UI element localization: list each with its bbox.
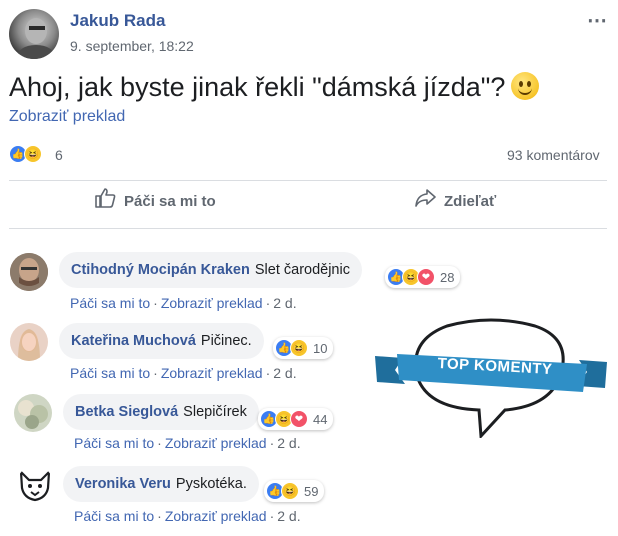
reaction-icons[interactable]: 👍 😆 (9, 145, 42, 165)
divider (9, 228, 607, 229)
divider (9, 180, 607, 181)
comment-reactions[interactable]: 👍 😆 ❤ 28 (385, 266, 461, 288)
comment-time[interactable]: 2 d. (277, 435, 300, 451)
comment-text: Pyskotéka. (175, 476, 247, 492)
share-button[interactable]: Zdieľať (414, 188, 496, 214)
commenter-name[interactable]: Ctihodný Mocipán Kraken (71, 262, 250, 278)
comment-meta: Páči sa mi to · Zobraziť preklad · 2 d. (70, 365, 297, 381)
comment-reaction-count: 59 (304, 483, 319, 499)
commenter-name[interactable]: Betka Sieglová (75, 404, 178, 420)
comment-time[interactable]: 2 d. (277, 508, 300, 524)
comment-time[interactable]: 2 d. (273, 365, 296, 381)
top-comments-badge: TOP KOMENTY (375, 318, 607, 440)
comment-text: Pičinec. (200, 333, 252, 349)
comment-translate-link[interactable]: Zobraziť preklad (165, 435, 267, 451)
comment-time[interactable]: 2 d. (273, 295, 296, 311)
comment-reactions[interactable]: 👍 😆 ❤ 44 (258, 408, 334, 430)
post-text-content: Ahoj, jak byste jinak řekli "dámská jízd… (9, 72, 506, 102)
reaction-count[interactable]: 6 (55, 147, 63, 163)
smiley-emoji-icon (511, 72, 540, 100)
more-options-icon[interactable]: ⋯ (587, 8, 608, 33)
comment-like-link[interactable]: Páči sa mi to (70, 365, 150, 381)
comment-meta: Páči sa mi to · Zobraziť preklad · 2 d. (74, 508, 301, 524)
comment-meta: Páči sa mi to · Zobraziť preklad · 2 d. (74, 435, 301, 451)
thumbs-up-icon (94, 188, 116, 214)
haha-reaction-icon: 😆 (281, 482, 299, 500)
comment-reactions[interactable]: 👍 😆 59 (264, 480, 325, 502)
comment-reaction-count: 28 (440, 269, 455, 285)
comment-text: Slet čarodějnic (254, 262, 350, 278)
comment-avatar[interactable] (10, 323, 48, 361)
comment-translate-link[interactable]: Zobraziť preklad (161, 295, 263, 311)
comment-reactions[interactable]: 👍 😆 10 (273, 337, 334, 359)
post-date[interactable]: 9. september, 18:22 (70, 38, 194, 54)
comment-reaction-count: 44 (313, 411, 328, 427)
comment-bubble: Betka Sieglová Slepičírek (63, 394, 259, 430)
share-arrow-icon (414, 188, 436, 214)
comment-avatar[interactable] (14, 394, 52, 432)
comment-translate-link[interactable]: Zobraziť preklad (165, 508, 267, 524)
comment-bubble: Ctihodný Mocipán Kraken Slet čarodějnic (59, 252, 362, 288)
comment-meta: Páči sa mi to · Zobraziť preklad · 2 d. (70, 295, 297, 311)
commenter-name[interactable]: Veronika Veru (75, 476, 171, 492)
comment-text: Slepičírek (183, 404, 247, 420)
translate-link[interactable]: Zobraziť preklad (9, 108, 125, 126)
comment-reaction-count: 10 (313, 340, 328, 356)
comment-like-link[interactable]: Páči sa mi to (74, 508, 154, 524)
commenter-name[interactable]: Kateřina Muchová (71, 333, 196, 349)
love-reaction-icon: ❤ (417, 268, 435, 286)
comment-avatar[interactable] (16, 466, 54, 504)
comment-like-link[interactable]: Páči sa mi to (70, 295, 150, 311)
comment-like-link[interactable]: Páči sa mi to (74, 435, 154, 451)
comment-avatar[interactable] (10, 253, 48, 291)
comment-bubble: Veronika Veru Pyskotéka. (63, 466, 259, 502)
haha-reaction-icon: 😆 (290, 339, 308, 357)
like-button-label: Páči sa mi to (124, 192, 216, 210)
haha-reaction-icon: 😆 (24, 145, 42, 163)
post-text: Ahoj, jak byste jinak řekli "dámská jízd… (9, 72, 540, 103)
share-button-label: Zdieľať (444, 192, 497, 210)
like-button[interactable]: Páči sa mi to (94, 188, 216, 214)
comment-translate-link[interactable]: Zobraziť preklad (161, 365, 263, 381)
comment-count[interactable]: 93 komentárov (507, 147, 600, 163)
comment-bubble: Kateřina Muchová Pičinec. (59, 323, 264, 359)
author-avatar[interactable] (9, 9, 59, 59)
author-name[interactable]: Jakub Rada (70, 11, 165, 31)
love-reaction-icon: ❤ (290, 410, 308, 428)
